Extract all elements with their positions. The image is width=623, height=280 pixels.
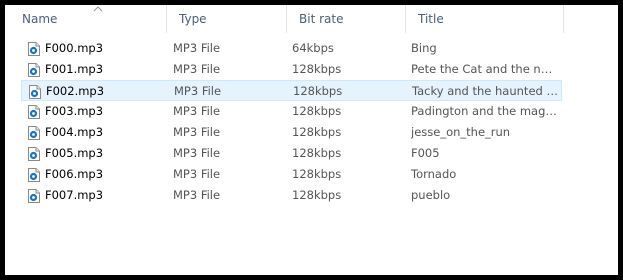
file-bitrate: 128kbps bbox=[292, 62, 342, 76]
file-name: F002.mp3 bbox=[46, 84, 105, 98]
file-bitrate: 128kbps bbox=[292, 146, 342, 160]
file-title: pueblo bbox=[411, 188, 451, 202]
file-name: F004.mp3 bbox=[45, 125, 104, 139]
file-type: MP3 File bbox=[173, 41, 221, 55]
file-title: jesse_on_the_run bbox=[411, 125, 511, 139]
column-header-row: Name Type Bit rate Title bbox=[5, 5, 618, 33]
column-header-name-label: Name bbox=[22, 12, 58, 26]
file-name: F001.mp3 bbox=[45, 62, 104, 76]
file-type: MP3 File bbox=[173, 104, 221, 118]
file-row[interactable]: F001.mp3 MP3 File 128kbps Pete the Cat and … bbox=[21, 59, 562, 80]
file-type: MP3 File bbox=[173, 167, 221, 181]
sort-ascending-icon bbox=[93, 6, 103, 12]
file-type: MP3 File bbox=[173, 125, 221, 139]
file-name: F000.mp3 bbox=[45, 41, 104, 55]
file-row[interactable]: F006.mp3 MP3 File 128kbps Tornado bbox=[21, 164, 562, 185]
file-name: F006.mp3 bbox=[45, 167, 104, 181]
column-header-type[interactable]: Type bbox=[167, 5, 286, 33]
file-title: Pete the Cat and the new ... bbox=[411, 62, 559, 76]
file-row[interactable]: F005.mp3 MP3 File 128kbps F005 bbox=[21, 143, 562, 164]
file-name: F007.mp3 bbox=[45, 188, 104, 202]
mp3-file-icon bbox=[29, 85, 41, 99]
column-separator[interactable] bbox=[563, 5, 564, 33]
file-bitrate: 128kbps bbox=[292, 104, 342, 118]
file-name: F005.mp3 bbox=[45, 146, 104, 160]
mp3-file-icon bbox=[28, 189, 40, 203]
file-title: Tacky and the haunted igl... bbox=[412, 84, 560, 98]
file-type: MP3 File bbox=[174, 84, 222, 98]
mp3-file-icon bbox=[28, 168, 40, 182]
file-title: Tornado bbox=[411, 167, 457, 181]
column-header-title[interactable]: Title bbox=[406, 5, 563, 33]
file-name: F003.mp3 bbox=[45, 104, 104, 118]
mp3-file-icon bbox=[28, 105, 40, 119]
file-row[interactable]: F004.mp3 MP3 File 128kbps jesse_on_the_run bbox=[21, 122, 562, 143]
column-header-title-label: Title bbox=[418, 12, 444, 26]
file-type: MP3 File bbox=[173, 188, 221, 202]
file-row[interactable]: F007.mp3 MP3 File 128kbps pueblo bbox=[21, 185, 562, 206]
file-title: Padington and the magic ... bbox=[411, 104, 559, 118]
file-row[interactable]: F000.mp3 MP3 File 64kbps Bing bbox=[21, 38, 562, 59]
file-row[interactable]: F003.mp3 MP3 File 128kbps Padington and the… bbox=[21, 101, 562, 122]
mp3-file-icon bbox=[28, 42, 40, 56]
file-bitrate: 128kbps bbox=[292, 167, 342, 181]
file-bitrate: 128kbps bbox=[292, 188, 342, 202]
file-title: Bing bbox=[411, 41, 437, 55]
file-explorer-details-view: Name Type Bit rate Title F000.mp3 MP3 Fil… bbox=[5, 5, 618, 275]
mp3-file-icon bbox=[28, 63, 40, 77]
mp3-file-icon bbox=[28, 126, 40, 140]
file-type: MP3 File bbox=[173, 146, 221, 160]
column-header-bitrate[interactable]: Bit rate bbox=[287, 5, 405, 33]
mp3-file-icon bbox=[28, 147, 40, 161]
file-bitrate: 128kbps bbox=[292, 125, 342, 139]
file-bitrate: 128kbps bbox=[293, 84, 343, 98]
file-bitrate: 64kbps bbox=[292, 41, 334, 55]
column-header-name[interactable]: Name bbox=[10, 5, 166, 33]
file-type: MP3 File bbox=[173, 62, 221, 76]
column-header-bitrate-label: Bit rate bbox=[299, 12, 344, 26]
column-header-type-label: Type bbox=[179, 12, 207, 26]
file-title: F005 bbox=[411, 146, 440, 160]
file-row[interactable]: F002.mp3 MP3 File 128kbps Tacky and the hau… bbox=[21, 80, 562, 101]
